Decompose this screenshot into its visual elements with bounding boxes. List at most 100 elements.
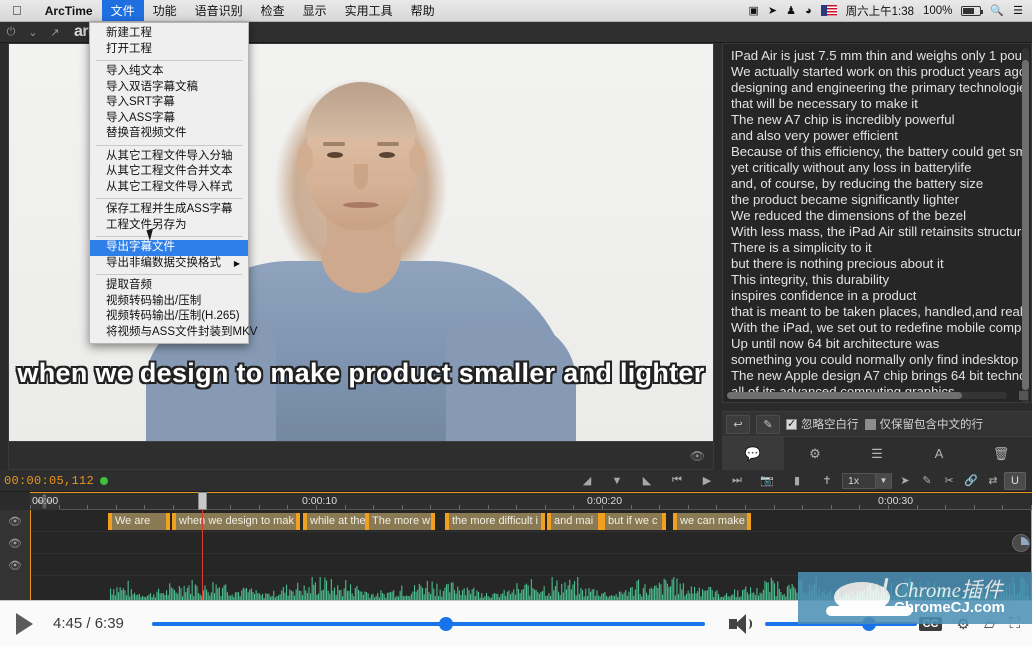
subtitle-clip[interactable]: and mai [547, 513, 602, 530]
subtitle-line[interactable]: the product became significantly lighter [729, 192, 1027, 208]
minimize-icon[interactable]: ⌄ [22, 26, 44, 39]
subtitle-line[interactable]: We actually started work on this product… [729, 64, 1027, 80]
ignore-blank-lines-checkbox[interactable]: 忽略空白行 [786, 416, 859, 432]
menu-app-name[interactable]: ArcTime [36, 2, 102, 20]
menu-display[interactable]: 显示 [294, 0, 336, 21]
menu-item[interactable]: 视频转码输出/压制 [90, 294, 248, 310]
pencil-icon[interactable]: ✎ [756, 414, 780, 434]
tab-comment[interactable]: 💬 [722, 437, 784, 470]
screen-record-icon[interactable]: ▣ [748, 4, 758, 17]
subtitle-line[interactable]: that is meant to be taken places, handle… [729, 304, 1027, 320]
edit-box-icon[interactable]: ✎ [916, 472, 938, 490]
eye-icon[interactable]: 👁 [0, 532, 30, 554]
subtitle-line[interactable]: With the iPad, we set out to redefine mo… [729, 320, 1027, 336]
menu-bar-clock[interactable]: 周六上午1:38 [846, 3, 914, 19]
subtitle-line[interactable]: but there is nothing precious about it [729, 256, 1027, 272]
menu-item[interactable]: 导入ASS字幕 [90, 111, 248, 127]
chevron-down-icon[interactable]: ▼ [875, 472, 891, 489]
menu-help[interactable]: 帮助 [402, 0, 444, 21]
eye-icon[interactable]: 👁 [690, 449, 705, 463]
player-progress-bar[interactable] [151, 616, 705, 631]
menu-item[interactable]: 从其它工程文件合并文本 [90, 164, 248, 180]
play-button[interactable] [16, 612, 33, 635]
next-frame-icon[interactable]: ⏭ [722, 474, 752, 487]
subtitle-line[interactable]: Because of this efficiency, the battery … [729, 144, 1027, 160]
subtitle-line[interactable]: Up until now 64 bit architecture was [729, 336, 1027, 352]
play-icon[interactable]: ▶ [692, 474, 722, 487]
volume-icon[interactable] [728, 613, 755, 635]
zoom-level-select[interactable]: 1x ▼ [842, 472, 892, 489]
subtitle-text-list[interactable]: IPad Air is just 7.5 mm thin and weighs … [722, 43, 1032, 403]
chinese-only-checkbox[interactable]: 仅保留包含中文的行 [864, 416, 983, 432]
menu-item[interactable]: 提取音频 [90, 278, 248, 294]
subtitle-line[interactable]: designing and engineering the primary te… [729, 80, 1027, 96]
subtitle-clip[interactable]: The more w [365, 513, 435, 530]
subtitle-line[interactable]: With less mass, the iPad Air still retai… [729, 224, 1027, 240]
subtitle-line[interactable]: that will be necessary to make it [729, 96, 1027, 112]
playhead-handle[interactable] [198, 492, 207, 510]
menu-speech-recognition[interactable]: 语音识别 [186, 0, 252, 21]
subtitle-line[interactable]: IPad Air is just 7.5 mm thin and weighs … [729, 48, 1027, 64]
subtitle-line[interactable]: The new A7 chip is incredibly powerful [729, 112, 1027, 128]
tab-list[interactable]: ☰ [846, 437, 908, 470]
menu-item[interactable]: 视频转码输出/压制(H.265) [90, 309, 248, 325]
pointer-icon[interactable]: ➤ [894, 472, 916, 490]
swap-icon[interactable]: ⇄ [982, 472, 1004, 490]
popclip-icon[interactable]: ♟ [786, 4, 796, 17]
mark-in-icon[interactable]: ◢ [572, 474, 602, 487]
menu-function[interactable]: 功能 [144, 0, 186, 21]
mark-out-icon[interactable]: ◣ [632, 474, 662, 487]
subtitle-clip[interactable]: the more difficult i [445, 513, 545, 530]
wifi-icon[interactable]: ◕ [805, 5, 812, 17]
track-row-subtitles[interactable]: We are when we design to mak while at the… [30, 510, 1032, 532]
subtitle-line[interactable]: There is a simplicity to it [729, 240, 1027, 256]
subtitle-line[interactable]: something you could normally only find i… [729, 352, 1027, 368]
subtitle-line[interactable]: inspires confidence in a product [729, 288, 1027, 304]
tab-trash[interactable]: 🗑 [970, 437, 1032, 470]
search-icon[interactable]: 🔍 [990, 4, 1004, 17]
menu-item[interactable]: 新建工程 [90, 26, 248, 42]
subtitle-clip[interactable]: we can make [673, 513, 751, 530]
eye-icon[interactable]: 👁 [0, 510, 30, 532]
battery-icon[interactable] [961, 5, 984, 16]
vertical-scrollbar[interactable] [1022, 48, 1029, 402]
menu-item[interactable]: 工程文件另存为 [90, 218, 248, 234]
menu-item[interactable]: 保存工程并生成ASS字幕 [90, 202, 248, 218]
notification-center-icon[interactable]: ☰ [1013, 4, 1023, 17]
menu-item[interactable]: 导出非编数据交换格式 ▶ [90, 256, 248, 272]
mark-down-icon[interactable]: ▼ [602, 475, 632, 487]
menu-file[interactable]: 文件 [101, 0, 144, 21]
fullscreen-icon[interactable]: ↗ [44, 26, 66, 39]
track-row-2[interactable] [30, 532, 1032, 554]
menu-item[interactable]: 从其它工程文件导入样式 [90, 180, 248, 196]
camera-icon[interactable]: 📷 [752, 474, 782, 487]
telegram-icon[interactable]: ➤ [768, 4, 777, 17]
subtitle-clip[interactable]: but if we c [601, 513, 666, 530]
menu-utilities[interactable]: 实用工具 [336, 0, 402, 21]
us-flag-icon[interactable] [820, 5, 837, 16]
apple-icon[interactable]:  [12, 3, 22, 18]
menu-item[interactable]: 导入双语字幕文稿 [90, 80, 248, 96]
subtitle-clip[interactable]: when we design to mak [172, 513, 300, 530]
horizontal-scrollbar[interactable] [727, 392, 1007, 399]
subtitle-line[interactable]: We reduced the dimensions of the bezel [729, 208, 1027, 224]
subtitle-line[interactable]: and, of course, by reducing the battery … [729, 176, 1027, 192]
menu-item[interactable]: 从其它工程文件导入分轴 [90, 149, 248, 165]
scissors-icon[interactable]: ✂ [938, 472, 960, 490]
menu-item[interactable]: 导入纯文本 [90, 64, 248, 80]
tab-font[interactable]: A [908, 437, 970, 470]
eye-icon[interactable]: 👁 [0, 554, 30, 576]
prev-frame-icon[interactable]: ⏮ [662, 474, 692, 487]
menu-item[interactable]: 替换音视频文件 [90, 126, 248, 142]
subtitle-clip[interactable]: We are [108, 513, 170, 530]
undo-icon[interactable]: ↩ [726, 414, 750, 434]
link-icon[interactable]: 🔗 [960, 472, 982, 490]
playhead[interactable] [198, 492, 207, 600]
subtitle-line[interactable]: yet critically without any loss in batte… [729, 160, 1027, 176]
progress-knob[interactable] [439, 616, 454, 631]
menu-item[interactable]: 打开工程 [90, 42, 248, 58]
timeline-clock-badge[interactable] [1012, 534, 1030, 552]
timeline-ruler[interactable]: ➕ 00:00 0:00:10 0:00:20 0:00:30 [30, 492, 1032, 511]
bookmark-icon[interactable]: ▮ [782, 474, 812, 487]
power-icon[interactable]: ⏻ [0, 26, 22, 39]
